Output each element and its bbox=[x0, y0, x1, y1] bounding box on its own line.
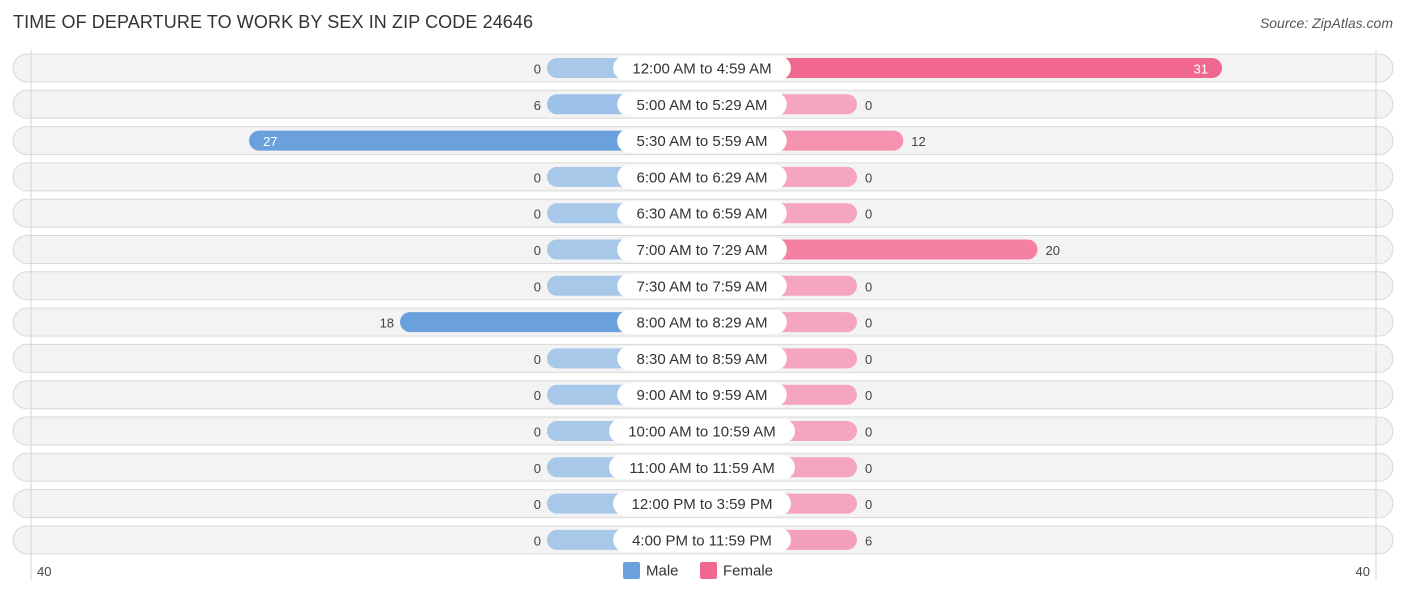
axis-label-right: 40 bbox=[1356, 564, 1370, 579]
chart-row: 4:00 PM to 11:59 PM 0 6 bbox=[12, 525, 1394, 555]
value-label-female: 0 bbox=[865, 497, 872, 512]
value-label-male: 0 bbox=[534, 352, 541, 367]
category-label: 10:00 AM to 10:59 AM bbox=[628, 424, 776, 441]
legend-label-female: Female bbox=[723, 563, 773, 580]
category-label: 5:30 AM to 5:59 AM bbox=[637, 133, 768, 150]
category-label: 7:30 AM to 7:59 AM bbox=[637, 278, 768, 295]
value-label-female: 6 bbox=[865, 533, 872, 548]
chart-row: 12:00 AM to 4:59 AM 0 31 bbox=[12, 53, 1394, 83]
value-label-female: 0 bbox=[865, 170, 872, 185]
category-label: 4:00 PM to 11:59 PM bbox=[632, 532, 772, 549]
value-label-female: 31 bbox=[1194, 62, 1208, 77]
category-label: 7:00 AM to 7:29 AM bbox=[637, 242, 768, 259]
chart-row: 7:30 AM to 7:59 AM 0 0 bbox=[12, 271, 1394, 301]
chart-row: 9:00 AM to 9:59 AM 0 0 bbox=[12, 380, 1394, 410]
value-label-male: 27 bbox=[263, 134, 277, 149]
chart-row: 10:00 AM to 10:59 AM 0 0 bbox=[12, 416, 1394, 446]
value-label-male: 0 bbox=[534, 497, 541, 512]
category-label: 9:00 AM to 9:59 AM bbox=[637, 387, 768, 404]
chart-row: 5:00 AM to 5:29 AM 6 0 bbox=[12, 89, 1394, 119]
chart-row: 6:00 AM to 6:29 AM 0 0 bbox=[12, 162, 1394, 192]
category-label: 6:00 AM to 6:29 AM bbox=[637, 169, 768, 186]
value-label-female: 0 bbox=[865, 316, 872, 331]
value-label-male: 0 bbox=[534, 243, 541, 258]
value-label-female: 0 bbox=[865, 98, 872, 113]
value-label-male: 0 bbox=[534, 388, 541, 403]
value-label-female: 12 bbox=[911, 134, 925, 149]
legend-item-male[interactable]: Male bbox=[623, 562, 679, 580]
chart-row: 7:00 AM to 7:29 AM 0 20 bbox=[12, 235, 1394, 264]
chart-rows: 12:00 AM to 4:59 AM 0 31 5:00 AM to 5:29 AM… bbox=[12, 53, 1394, 555]
value-label-female: 0 bbox=[865, 279, 872, 294]
value-label-female: 0 bbox=[865, 388, 872, 403]
chart-row: 5:30 AM to 5:59 AM 27 12 bbox=[12, 126, 1394, 156]
category-label: 11:00 AM to 11:59 AM bbox=[629, 460, 774, 477]
chart-row: 11:00 AM to 11:59 AM 0 0 bbox=[12, 452, 1394, 482]
value-label-male: 0 bbox=[534, 62, 541, 77]
category-label: 8:30 AM to 8:59 AM bbox=[637, 351, 768, 368]
value-label-male: 0 bbox=[534, 533, 541, 548]
value-label-female: 0 bbox=[865, 425, 872, 440]
value-label-male: 0 bbox=[534, 207, 541, 222]
legend-swatch-male bbox=[623, 562, 640, 579]
value-label-male: 0 bbox=[534, 279, 541, 294]
category-label: 8:00 AM to 8:29 AM bbox=[637, 315, 768, 332]
chart-row: 6:30 AM to 6:59 AM 0 0 bbox=[12, 198, 1394, 228]
chart-row: 8:30 AM to 8:59 AM 0 0 bbox=[12, 343, 1394, 373]
value-label-female: 0 bbox=[865, 352, 872, 367]
legend-swatch-female bbox=[700, 562, 717, 579]
legend-label-male: Male bbox=[646, 563, 679, 580]
category-label: 12:00 PM to 3:59 PM bbox=[632, 496, 773, 513]
value-label-female: 0 bbox=[865, 207, 872, 222]
category-label: 12:00 AM to 4:59 AM bbox=[632, 61, 771, 78]
value-label-male: 0 bbox=[534, 425, 541, 440]
legend: Male Female bbox=[623, 562, 773, 580]
category-label: 5:00 AM to 5:29 AM bbox=[637, 97, 768, 114]
value-label-female: 20 bbox=[1046, 243, 1060, 258]
value-label-male: 6 bbox=[534, 98, 541, 113]
chart-row: 8:00 AM to 8:29 AM 18 0 bbox=[12, 307, 1394, 337]
category-label: 6:30 AM to 6:59 AM bbox=[637, 206, 768, 223]
legend-item-female[interactable]: Female bbox=[700, 562, 773, 580]
chart-row: 12:00 PM to 3:59 PM 0 0 bbox=[12, 489, 1394, 519]
value-label-male: 0 bbox=[534, 170, 541, 185]
diverging-bar-chart: 12:00 AM to 4:59 AM 0 31 5:00 AM to 5:29 AM… bbox=[12, 50, 1394, 580]
axis-label-left: 40 bbox=[37, 564, 51, 579]
value-label-male: 18 bbox=[380, 316, 394, 331]
value-label-male: 0 bbox=[534, 461, 541, 476]
value-label-female: 0 bbox=[865, 461, 872, 476]
